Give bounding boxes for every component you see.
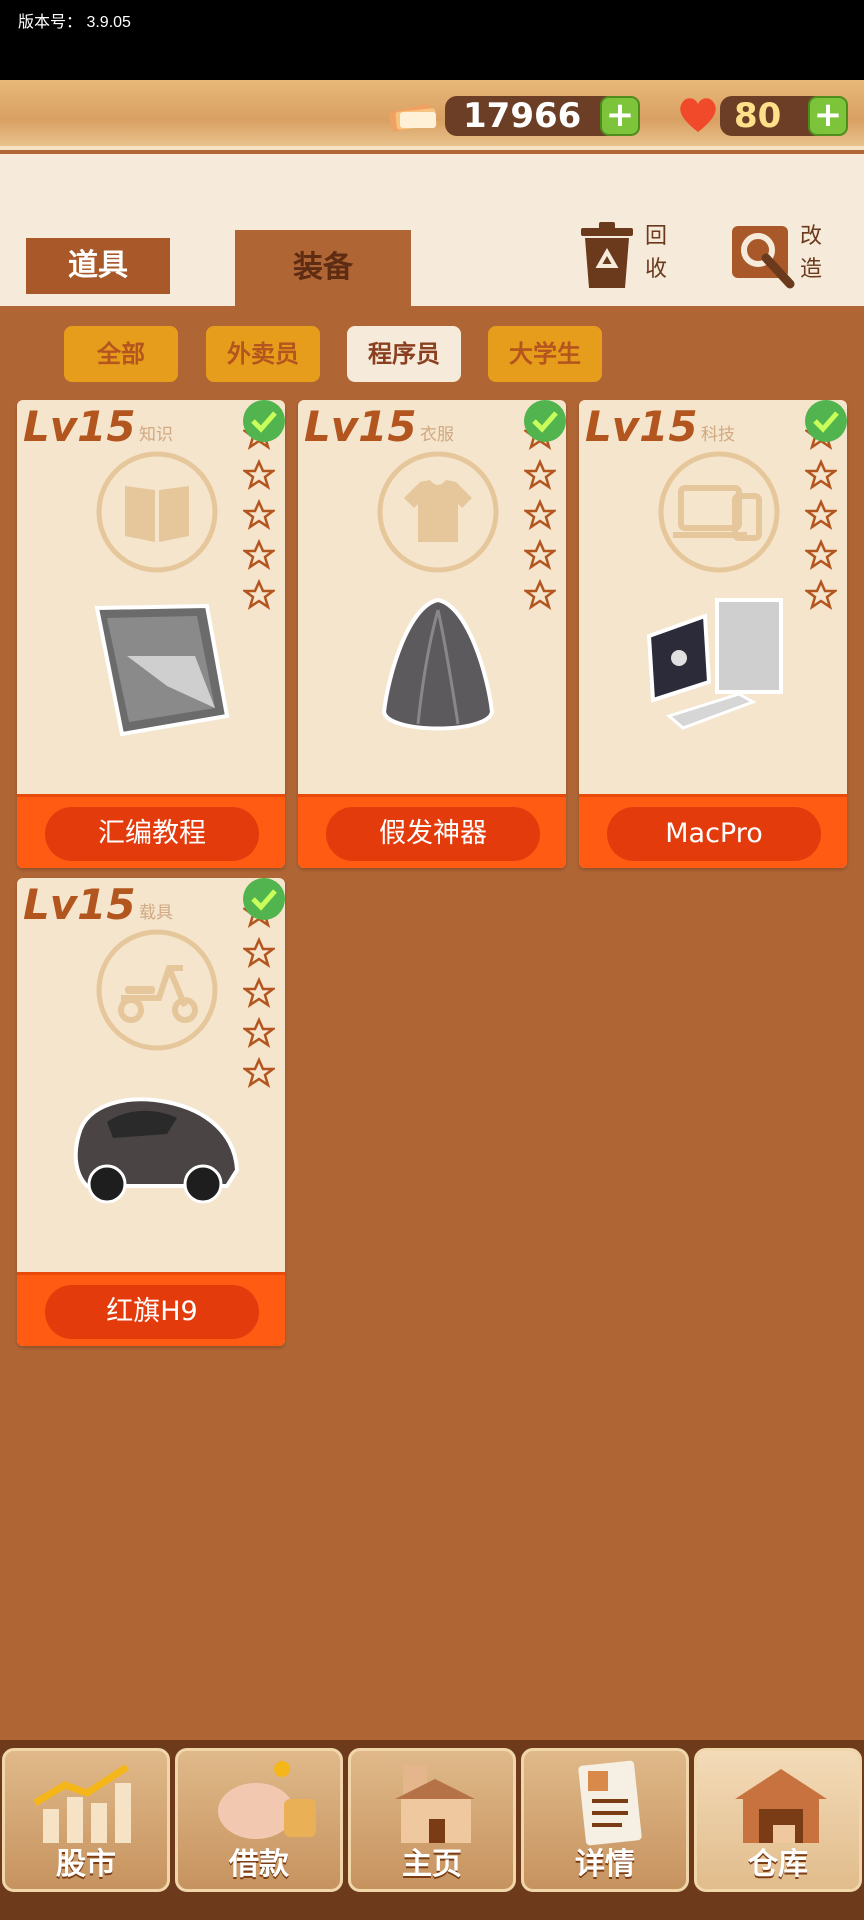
item-card[interactable]: Lv15 衣服 假发神器 bbox=[298, 400, 566, 868]
star-icon bbox=[805, 578, 837, 610]
mac-pro-image bbox=[646, 598, 783, 730]
level-label: Lv15 bbox=[23, 880, 136, 929]
wig-image bbox=[381, 597, 495, 731]
bottom-nav: 股市 借款 主页 详情 仓库 bbox=[0, 1740, 864, 1920]
item-card[interactable]: Lv15 科技 MacPro bbox=[579, 400, 847, 868]
filter-all[interactable]: 全部 bbox=[64, 326, 178, 382]
item-name-button[interactable]: 假发神器 bbox=[326, 807, 540, 861]
currency-bar: 17966 + 80 + bbox=[0, 80, 864, 150]
heart-icon bbox=[680, 98, 716, 132]
nav-warehouse[interactable]: 仓库 bbox=[694, 1748, 862, 1892]
star-icon bbox=[243, 1056, 275, 1088]
filter-programmer[interactable]: 程序员 bbox=[347, 326, 461, 382]
modify-button[interactable]: 改 造 bbox=[730, 220, 840, 294]
card-footer: 汇编教程 bbox=[17, 794, 285, 868]
checkmark-icon bbox=[243, 400, 285, 442]
star-icon bbox=[243, 578, 275, 610]
star-icon bbox=[243, 458, 275, 490]
nav-stock-market[interactable]: 股市 bbox=[2, 1748, 170, 1892]
level-label: Lv15 bbox=[23, 402, 136, 451]
nav-label: 主页 bbox=[402, 1847, 462, 1882]
checkmark-icon bbox=[805, 400, 847, 442]
star-icon bbox=[524, 538, 556, 570]
level-label: Lv15 bbox=[585, 402, 698, 451]
car-image bbox=[73, 1097, 240, 1204]
item-card[interactable]: Lv15 载具 红旗H9 bbox=[17, 878, 285, 1346]
star-icon bbox=[243, 538, 275, 570]
category-label: 知识 bbox=[139, 425, 173, 445]
shirt-icon bbox=[377, 451, 499, 573]
star-icon bbox=[243, 1016, 275, 1048]
cash-icon bbox=[388, 104, 437, 132]
star-icon bbox=[524, 498, 556, 530]
version-label: 版本号： 3.9.05 bbox=[18, 14, 131, 31]
nav-label: 借款 bbox=[229, 1847, 289, 1882]
recycle-label: 回 收 bbox=[645, 224, 668, 282]
nav-label: 仓库 bbox=[748, 1847, 808, 1882]
star-icon bbox=[805, 498, 837, 530]
tab-equipment[interactable]: 装备 bbox=[235, 230, 411, 306]
checkmark-icon bbox=[243, 878, 285, 920]
stock-chart-icon bbox=[33, 1764, 131, 1843]
recycle-bin-icon bbox=[581, 222, 633, 288]
hearts-value: 80 bbox=[734, 96, 782, 136]
item-card[interactable]: Lv15 知识 汇编教程 bbox=[17, 400, 285, 868]
level-label: Lv15 bbox=[304, 402, 417, 451]
star-rating bbox=[243, 896, 279, 1096]
money-value: 17966 bbox=[463, 96, 582, 136]
filter-delivery[interactable]: 外卖员 bbox=[206, 326, 320, 382]
house-icon bbox=[395, 1765, 475, 1843]
item-name-button[interactable]: MacPro bbox=[607, 807, 821, 861]
header-band: 道具 装备 回 收 改 造 bbox=[0, 154, 864, 306]
wrench-icon bbox=[732, 226, 795, 289]
star-icon bbox=[243, 936, 275, 968]
star-rating bbox=[805, 418, 841, 618]
piggy-bank-icon bbox=[218, 1761, 316, 1839]
nav-home[interactable]: 主页 bbox=[348, 1748, 516, 1892]
item-name-button[interactable]: 汇编教程 bbox=[45, 807, 259, 861]
checkmark-icon bbox=[524, 400, 566, 442]
star-icon bbox=[805, 538, 837, 570]
devices-icon bbox=[658, 451, 780, 573]
category-label: 科技 bbox=[701, 425, 735, 445]
star-rating bbox=[243, 418, 279, 618]
add-hearts-button[interactable]: + bbox=[808, 96, 848, 136]
card-footer: MacPro bbox=[579, 794, 847, 868]
warehouse-icon bbox=[735, 1769, 827, 1843]
category-label: 衣服 bbox=[420, 425, 454, 445]
category-label: 载具 bbox=[139, 903, 173, 923]
hearts-counter: 80 + bbox=[720, 96, 848, 136]
status-bar: 版本号： 3.9.05 bbox=[0, 0, 864, 80]
assembly-book-image bbox=[94, 603, 230, 737]
tab-props[interactable]: 道具 bbox=[26, 238, 170, 294]
nav-label: 详情 bbox=[575, 1847, 635, 1882]
star-icon bbox=[243, 498, 275, 530]
nav-details[interactable]: 详情 bbox=[521, 1748, 689, 1892]
nav-loan[interactable]: 借款 bbox=[175, 1748, 343, 1892]
book-icon bbox=[96, 451, 218, 573]
star-rating bbox=[524, 418, 560, 618]
resume-icon bbox=[578, 1760, 642, 1846]
item-name-button[interactable]: 红旗H9 bbox=[45, 1285, 259, 1339]
recycle-button[interactable]: 回 收 bbox=[575, 220, 685, 294]
scooter-icon bbox=[96, 929, 218, 1051]
add-money-button[interactable]: + bbox=[600, 96, 640, 136]
modify-label: 改 造 bbox=[800, 224, 823, 282]
star-icon bbox=[524, 458, 556, 490]
card-footer: 假发神器 bbox=[298, 794, 566, 868]
filter-student[interactable]: 大学生 bbox=[488, 326, 602, 382]
money-counter: 17966 + bbox=[445, 96, 640, 136]
star-icon bbox=[805, 458, 837, 490]
star-icon bbox=[524, 578, 556, 610]
star-icon bbox=[243, 976, 275, 1008]
nav-label: 股市 bbox=[56, 1847, 116, 1882]
card-footer: 红旗H9 bbox=[17, 1272, 285, 1346]
